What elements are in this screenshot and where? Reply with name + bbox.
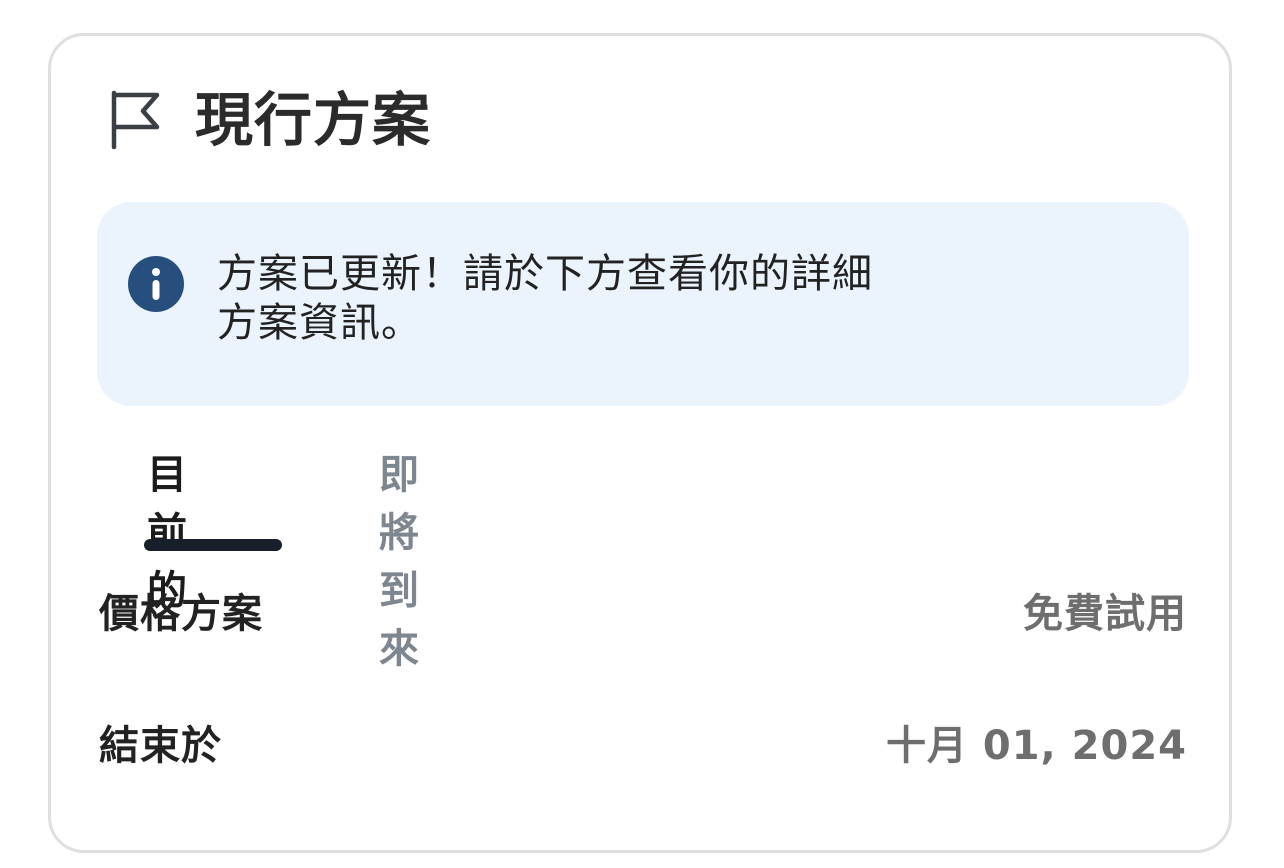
pricing-plan-label: 價格方案 xyxy=(99,591,263,637)
current-plan-card: 現行方案 方案已更新！請於下方查看你的詳細 方案資訊。 目前的 即將到來 價格方… xyxy=(48,33,1232,853)
selected-tab-indicator xyxy=(144,539,282,551)
notice-line-1: 方案已更新！請於下方查看你的詳細 xyxy=(217,251,873,297)
notice-line-2: 方案資訊。 xyxy=(217,300,422,346)
pricing-plan-row: 價格方案 免費試用 xyxy=(99,584,1187,644)
info-icon xyxy=(128,256,184,312)
end-date-row: 結束於 十月 01, 2024 xyxy=(99,716,1187,776)
card-title: 現行方案 xyxy=(195,86,432,154)
end-date-value: 十月 01, 2024 xyxy=(885,723,1187,769)
notice-message: 方案已更新！請於下方查看你的詳細 方案資訊。 xyxy=(217,250,977,348)
flag-icon xyxy=(111,90,160,150)
card-header: 現行方案 xyxy=(109,86,431,154)
pricing-plan-value: 免費試用 xyxy=(1023,591,1187,637)
plan-updated-notice: 方案已更新！請於下方查看你的詳細 方案資訊。 xyxy=(97,202,1189,406)
end-date-label: 結束於 xyxy=(99,723,222,769)
